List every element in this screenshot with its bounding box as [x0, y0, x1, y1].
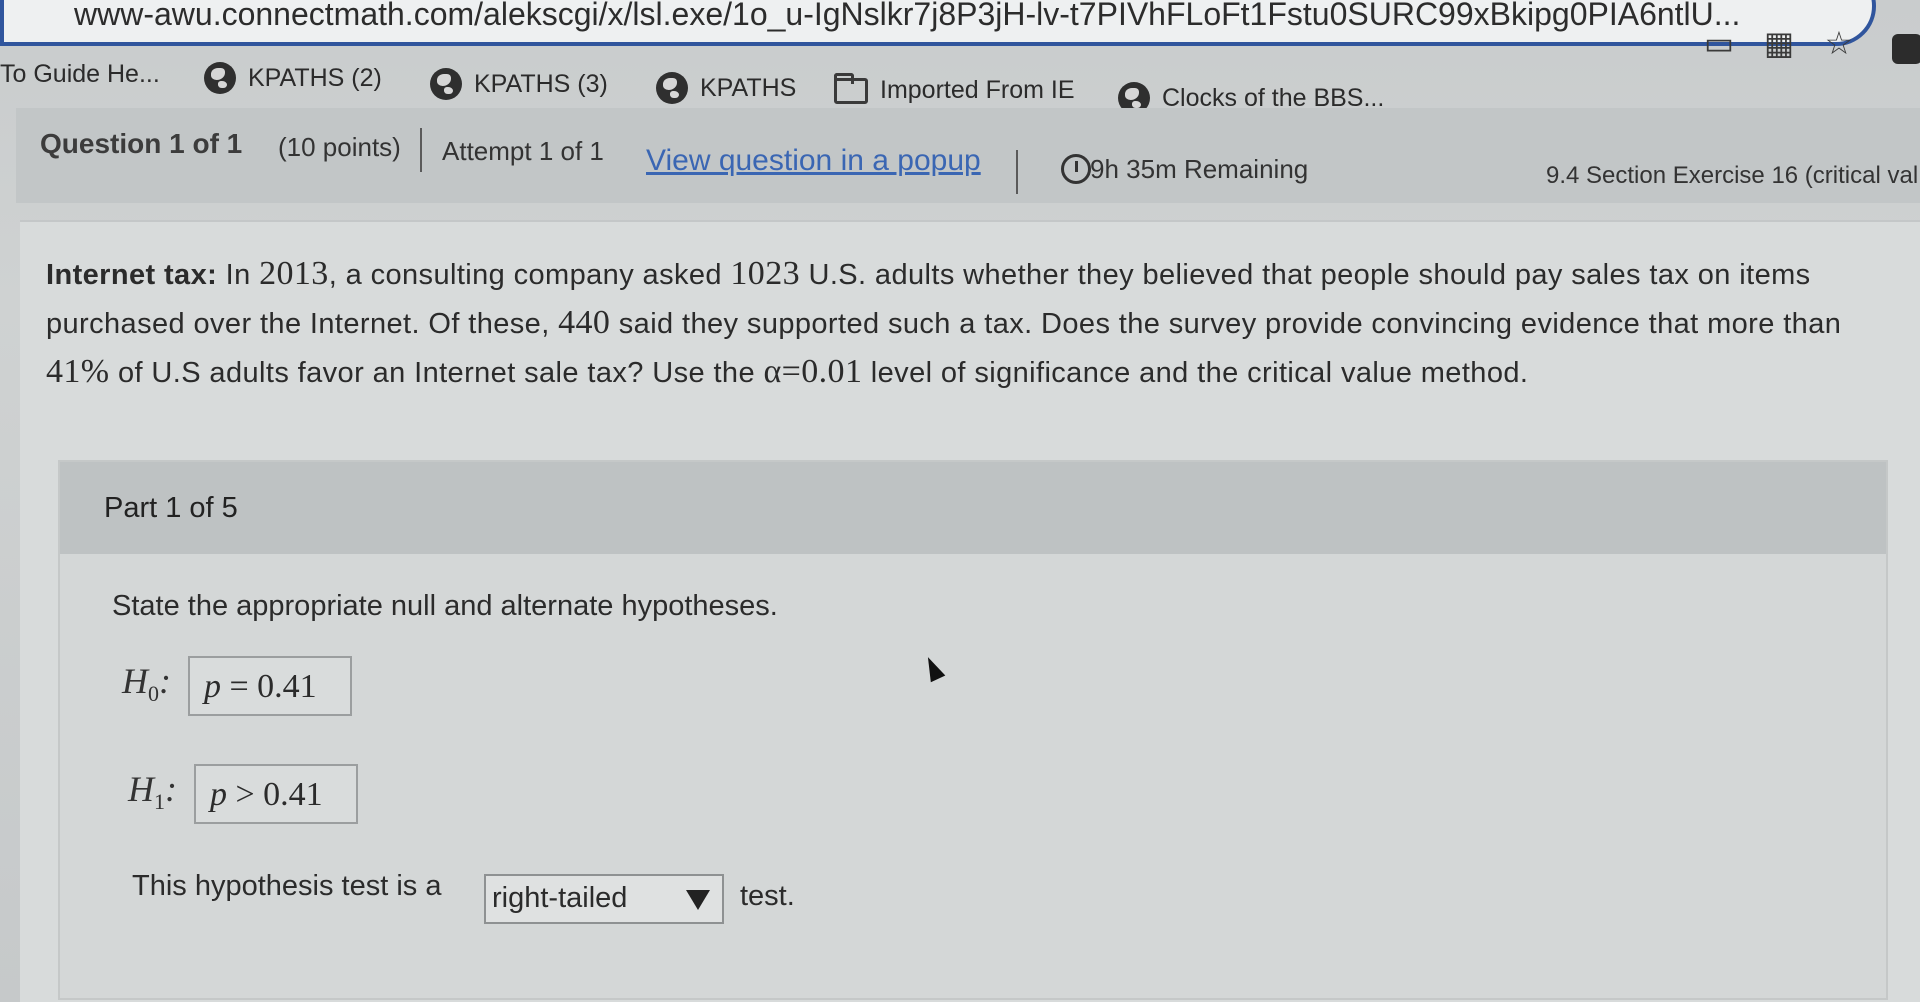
proportion-value: 41% — [46, 353, 110, 390]
problem-statement: Internet tax: In 2013, a consulting comp… — [46, 250, 1896, 397]
success-count: 440 — [558, 304, 611, 341]
h0-letter: H — [122, 661, 148, 701]
h0-variable: p — [204, 668, 221, 705]
part-header: Part 1 of 5 — [60, 462, 1886, 554]
attempt-count: Attempt 1 of 1 — [442, 136, 604, 166]
time-remaining: 9h 35m Remaining — [1090, 154, 1309, 184]
part-section: Part 1 of 5 State the appropriate null a… — [58, 460, 1888, 1000]
globe-icon — [656, 72, 688, 104]
address-bar[interactable]: www-awu.connectmath.com/alekscgi/x/lsl.e… — [0, 0, 1876, 46]
tail-prefix-text: This hypothesis test is a — [132, 870, 442, 902]
globe-icon — [204, 62, 236, 94]
bookmark-imported-from-ie[interactable]: Imported From IE — [834, 72, 1075, 105]
browser-screen: www-awu.connectmath.com/alekscgi/x/lsl.e… — [0, 0, 1920, 1002]
question-number: Question 1 of 1 — [40, 128, 243, 159]
problem-text: level of significance and the critical v… — [862, 357, 1529, 389]
h1-answer-box[interactable]: p > 0.41 — [194, 764, 358, 824]
h1-label: H1: — [128, 769, 177, 815]
question-header: Question 1 of 1 (10 points) Attempt 1 of… — [16, 108, 1920, 203]
bookmarks-bar: To Guide He... KPATHS (2) KPATHS (3) KPA… — [0, 52, 1920, 114]
bookmark-label: KPATHS (3) — [474, 69, 608, 98]
question-points: (10 points) — [278, 132, 401, 162]
problem-year: 2013 — [259, 255, 329, 292]
globe-icon — [430, 68, 462, 100]
divider — [1016, 150, 1018, 194]
exercise-title: 9.4 Section Exercise 16 (critical val — [1546, 162, 1919, 189]
folder-icon — [834, 72, 868, 104]
problem-title: Internet tax: — [46, 259, 218, 291]
problem-text: of U.S adults favor an Internet sale tax… — [109, 357, 764, 389]
bookmark-kpaths-3[interactable]: KPATHS (3) — [430, 68, 608, 100]
sample-size: 1023 — [730, 255, 801, 292]
dropdown-arrow-icon — [686, 890, 710, 910]
problem-text: said they supported such a tax. Does the… — [610, 308, 1842, 340]
view-popup-link[interactable]: View question in a popup — [646, 144, 981, 178]
tail-selected-value: right-tailed — [492, 882, 628, 914]
problem-text: , a consulting company asked — [328, 259, 731, 291]
tail-type-dropdown[interactable]: right-tailed — [484, 874, 724, 924]
h1-subscript: 1 — [154, 789, 165, 815]
h1-value: > 0.41 — [227, 776, 323, 813]
h1-variable: p — [210, 776, 227, 813]
h1-letter: H — [128, 769, 154, 809]
part-label: Part 1 of 5 — [104, 492, 238, 524]
divider — [420, 128, 422, 172]
part-instruction: State the appropriate null and alternate… — [112, 590, 778, 622]
problem-text: In — [217, 259, 260, 291]
h0-answer-box[interactable]: p = 0.41 — [188, 656, 352, 716]
alpha-value: α=0.01 — [763, 353, 863, 390]
bookmark-label: Imported From IE — [880, 76, 1075, 104]
bookmark-kpaths-2[interactable]: KPATHS (2) — [204, 62, 382, 94]
timer-icon — [1061, 154, 1091, 184]
bookmark-label: KPATHS (2) — [248, 63, 382, 92]
tail-suffix-text: test. — [740, 880, 795, 912]
url-text[interactable]: www-awu.connectmath.com/alekscgi/x/lsl.e… — [74, 0, 1740, 33]
h0-label: H0: — [122, 661, 171, 707]
h0-subscript: 0 — [148, 681, 159, 707]
bookmark-label: To Guide He... — [0, 60, 160, 88]
bookmark-kpaths[interactable]: KPATHS — [656, 72, 796, 104]
bookmark-to-guide[interactable]: To Guide He... — [0, 60, 160, 89]
bookmark-label: KPATHS — [700, 73, 797, 102]
h0-value: = 0.41 — [221, 668, 317, 705]
